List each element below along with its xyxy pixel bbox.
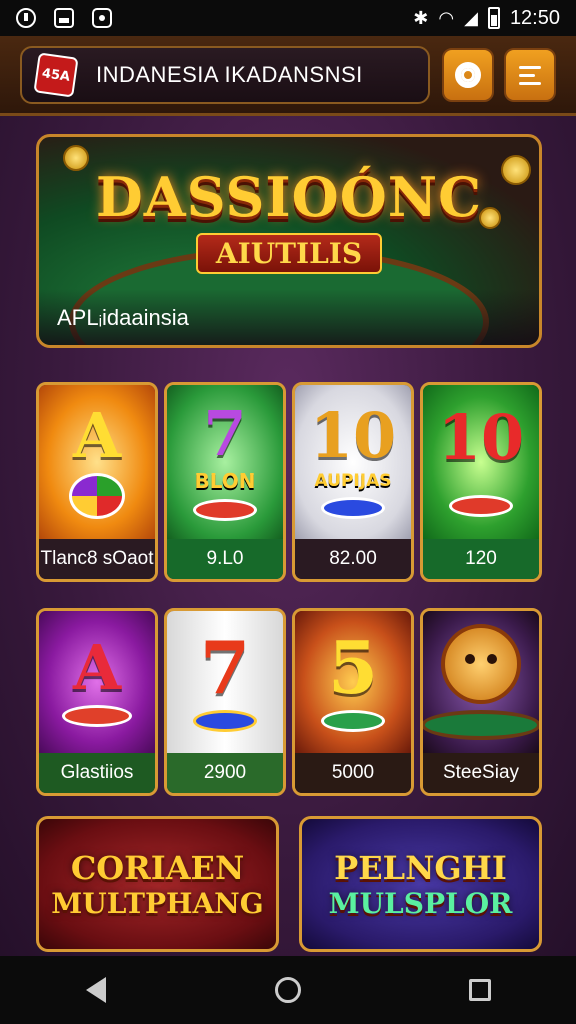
game-tile[interactable]: A Tlanc8 sOaot [36,382,158,582]
game-art [423,611,539,753]
game-tile[interactable]: 5 5000 [292,608,414,796]
game-symbol: A [72,399,122,472]
game-tile[interactable]: A Glastiios [36,608,158,796]
chip-art [449,495,513,517]
app-logo: 45A [33,52,79,98]
game-art: 7 [167,611,283,753]
promo-row: CORIAEN MULTPHANG PELNGHI MULSPLOR [36,816,542,952]
promo-title: CORIAEN [70,848,245,887]
ball-art [69,473,125,519]
recent-apps-icon [469,979,491,1001]
chip-art [193,710,257,732]
game-label: 120 [423,539,539,579]
home-button[interactable] [264,966,312,1014]
promo-subtitle: MULTPHANG [51,886,264,920]
camera-icon [92,8,112,28]
settings-button[interactable] [442,48,494,102]
status-bar: ✱ ◠ ◢ 12:50 [0,0,576,36]
banner-title: DASSIOÓNC [95,165,483,229]
game-row-1: A Tlanc8 sOaot 7 BLON 9.L0 10 AUPIJAS 82… [36,382,542,582]
game-row-2: A Glastiios 7 2900 5 5000 SteeSiay [36,608,542,796]
game-label: 9.L0 [167,539,283,579]
app-header: 45A INDANESIA IKADANSNSI [0,36,576,116]
back-button[interactable] [72,966,120,1014]
battery-icon [487,7,500,29]
back-icon [86,977,106,1003]
recent-apps-button[interactable] [456,966,504,1014]
game-label: Tlanc8 sOaot [39,539,155,579]
game-tile[interactable]: 10 AUPIJAS 82.00 [292,382,414,582]
wifi-icon: ◠ [438,7,455,28]
game-symbol: 7 [199,625,251,710]
game-symbol: 10 [309,399,397,472]
game-symbol: 10 [437,401,525,474]
notification-icon [16,8,36,28]
game-tile[interactable]: 10 120 [420,382,542,582]
banner-subtitle-text: AIUTILIS [195,233,383,274]
game-label: SteeSiay [423,753,539,793]
banner-label: APLᵢidaainsia [57,305,189,330]
chip-art [193,499,257,521]
game-word: BLON [194,469,256,493]
game-label: 2900 [167,753,283,793]
game-symbol: 5 [327,625,379,710]
game-art: A [39,611,155,753]
menu-icon [519,65,541,85]
featured-banner[interactable]: DASSIOÓNC AIUTILIS APLᵢidaainsia [36,134,542,348]
gear-icon [455,62,481,88]
game-label: 82.00 [295,539,411,579]
chip-art [321,710,385,732]
promo-tile[interactable]: PELNGHI MULSPLOR [299,816,542,952]
menu-button[interactable] [504,48,556,102]
game-label: Glastiios [39,753,155,793]
game-tile[interactable]: SteeSiay [420,608,542,796]
logo-text: 45A [41,65,71,85]
search-text: INDANESIA IKADANSNSI [96,62,363,87]
game-tile[interactable]: 7 2900 [164,608,286,796]
clock: 12:50 [509,6,560,29]
app-screen: 45A INDANESIA IKADANSNSI DASSIOÓNC AIUTI… [0,36,576,956]
search-bar[interactable]: 45A INDANESIA IKADANSNSI [20,46,430,104]
game-label: 5000 [295,753,411,793]
bluetooth-icon: ✱ [413,7,429,28]
promo-subtitle: MULSPLOR [328,886,513,920]
gallery-icon [54,8,74,28]
chip-art [62,705,132,727]
game-art: A [39,385,155,539]
game-symbol: A [72,631,122,704]
system-nav-bar [0,956,576,1024]
chip-art [321,497,385,519]
game-word: AUPIJAS [314,471,392,491]
signal-icon: ◢ [464,7,478,28]
banner-subtitle: AIUTILIS [39,233,539,274]
home-icon [275,977,301,1003]
game-art: 5 [295,611,411,753]
game-tile[interactable]: 7 BLON 9.L0 [164,382,286,582]
game-symbol: 7 [203,397,247,470]
promo-tile[interactable]: CORIAEN MULTPHANG [36,816,279,952]
game-art: 10 AUPIJAS [295,385,411,539]
game-art: 10 [423,385,539,539]
game-art: 7 BLON [167,385,283,539]
casino-table-art [423,710,539,740]
lion-mascot-art [441,624,521,704]
promo-title: PELNGHI [334,848,507,887]
